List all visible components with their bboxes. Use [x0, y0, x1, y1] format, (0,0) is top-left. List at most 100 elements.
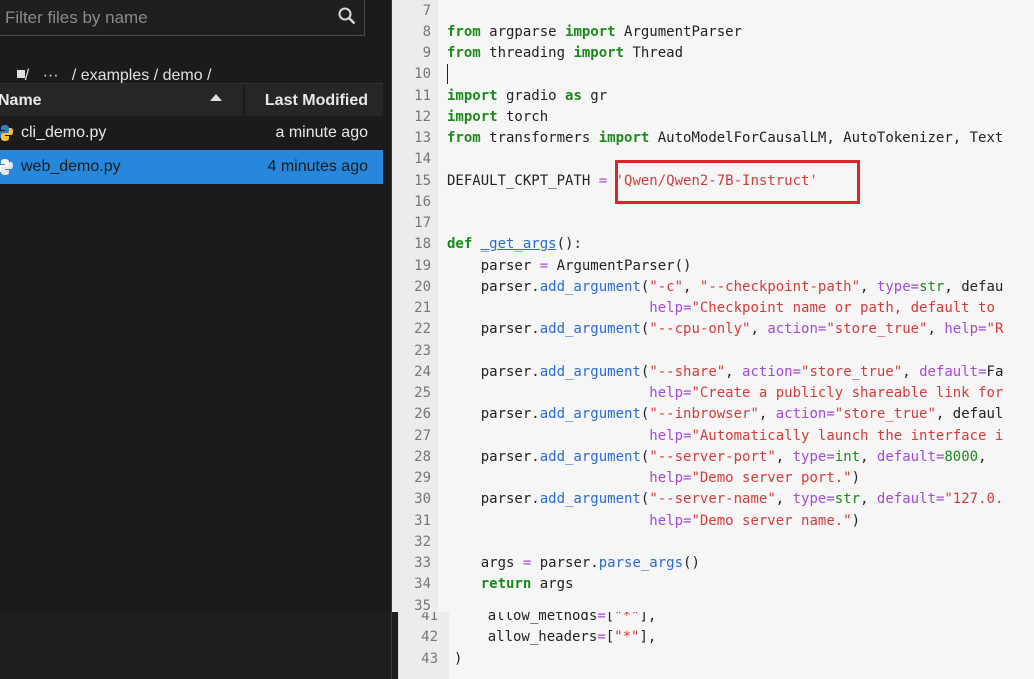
- code-line[interactable]: 30 parser.add_argument("--server-name", …: [392, 489, 1034, 510]
- code-line[interactable]: 32: [392, 532, 1034, 553]
- line-number: 42: [421, 629, 438, 646]
- search-icon[interactable]: [338, 7, 356, 25]
- sort-ascending-icon[interactable]: [210, 94, 222, 101]
- code-text[interactable]: help="Automatically launch the interface…: [447, 426, 1003, 447]
- code-text[interactable]: from argparse import ArgumentParser: [447, 22, 742, 43]
- file-browser-panel: Filter files by name / ··· / examples / …: [0, 0, 383, 614]
- python-file-icon: [0, 125, 13, 141]
- code-line[interactable]: 42 allow_headers=["*"],: [399, 627, 1034, 648]
- editor-border: [391, 0, 392, 679]
- code-line[interactable]: 31 help="Demo server name."): [392, 511, 1034, 532]
- code-text[interactable]: parser.add_argument("--server-name", typ…: [447, 489, 1004, 510]
- code-text[interactable]: help="Demo server name."): [447, 511, 860, 532]
- code-text[interactable]: return args: [447, 574, 574, 595]
- line-number: 11: [414, 87, 431, 104]
- code-line[interactable]: 27 help="Automatically launch the interf…: [392, 426, 1034, 447]
- line-number: 23: [414, 342, 431, 359]
- line-number: 30: [414, 491, 431, 508]
- code-text[interactable]: parser = ArgumentParser(): [447, 256, 692, 277]
- code-line[interactable]: 10: [392, 64, 1034, 85]
- code-text[interactable]: from transformers import AutoModelForCau…: [447, 128, 1003, 149]
- code-text[interactable]: args = parser.parse_args(): [447, 553, 700, 574]
- code-editor-secondary[interactable]: 41 allow_methods=["*"], 42 allow_headers=…: [398, 612, 1034, 679]
- code-text[interactable]: parser.add_argument("--inbrowser", actio…: [447, 404, 1004, 425]
- line-number: 16: [414, 193, 431, 210]
- file-name: cli_demo.py: [21, 124, 107, 141]
- line-number: 29: [414, 470, 431, 486]
- column-modified-header[interactable]: Last Modified: [265, 84, 368, 118]
- code-line[interactable]: 18 def _get_args():: [392, 234, 1034, 255]
- column-name-label: Name: [0, 92, 42, 109]
- folder-icon[interactable]: [16, 70, 25, 78]
- code-line[interactable]: 29 help="Demo server port."): [392, 468, 1034, 489]
- file-modified: 4 minutes ago: [267, 158, 368, 175]
- line-number: 12: [414, 108, 431, 125]
- code-line[interactable]: 13 from transformers import AutoModelForC…: [392, 128, 1034, 149]
- empty-area: [0, 614, 391, 679]
- code-line[interactable]: 25 help="Create a publicly shareable lin…: [392, 383, 1034, 404]
- line-number: 33: [414, 555, 431, 571]
- code-line[interactable]: 26 parser.add_argument("--inbrowser", ac…: [392, 404, 1034, 425]
- code-line[interactable]: 35: [392, 596, 1034, 613]
- code-line[interactable]: 17: [392, 213, 1034, 234]
- line-number: 31: [414, 512, 431, 529]
- line-number: 22: [414, 321, 431, 338]
- code-line[interactable]: 9 from threading import Thread: [392, 43, 1034, 64]
- code-text[interactable]: parser.add_argument("--cpu-only", action…: [447, 319, 1004, 340]
- code-line[interactable]: 23: [392, 341, 1034, 362]
- line-number: 20: [414, 278, 431, 295]
- code-line[interactable]: 7: [392, 1, 1034, 22]
- line-number: 14: [414, 151, 431, 168]
- code-line[interactable]: 11 import gradio as gr: [392, 86, 1034, 107]
- python-file-icon: [0, 159, 13, 175]
- code-line[interactable]: 21 help="Checkpoint name or path, defaul…: [392, 298, 1034, 319]
- file-row-web-demo[interactable]: web_demo.py 4 minutes ago: [0, 150, 383, 184]
- code-text[interactable]: help="Demo server port."): [447, 468, 860, 489]
- code-line[interactable]: 28 parser.add_argument("--server-port", …: [392, 447, 1034, 468]
- code-line[interactable]: 19 parser = ArgumentParser(): [392, 256, 1034, 277]
- breadcrumb-path[interactable]: / ··· / examples / demo /: [25, 67, 212, 84]
- code-text[interactable]: ): [454, 649, 462, 670]
- line-number: 7: [422, 2, 431, 19]
- panel-resize-handle[interactable]: [383, 0, 391, 614]
- code-line[interactable]: 33 args = parser.parse_args(): [392, 553, 1034, 574]
- line-number: 26: [414, 406, 431, 423]
- filter-placeholder: Filter files by name: [5, 8, 148, 27]
- code-text[interactable]: import gradio as gr: [447, 86, 607, 107]
- line-number: 25: [414, 385, 431, 401]
- code-line[interactable]: 20 parser.add_argument("-c", "--checkpoi…: [392, 277, 1034, 298]
- filter-files-input[interactable]: Filter files by name: [0, 0, 365, 36]
- text-cursor: [447, 64, 448, 84]
- code-line[interactable]: 41 allow_methods=["*"],: [399, 612, 1034, 627]
- line-number: 21: [414, 300, 431, 316]
- code-line[interactable]: 8 from argparse import ArgumentParser: [392, 22, 1034, 43]
- code-line[interactable]: 12 import torch: [392, 107, 1034, 128]
- code-text[interactable]: import torch: [447, 107, 548, 128]
- code-text[interactable]: allow_headers=["*"],: [454, 627, 657, 648]
- line-number: 34: [414, 576, 431, 593]
- code-text[interactable]: help="Checkpoint name or path, default t…: [447, 298, 995, 319]
- code-line[interactable]: 43): [399, 649, 1034, 670]
- line-number: 24: [414, 363, 431, 380]
- column-separator: [243, 84, 245, 116]
- code-text[interactable]: from threading import Thread: [447, 43, 683, 64]
- column-name-header[interactable]: Name: [0, 84, 242, 116]
- code-text[interactable]: parser.add_argument("-c", "--checkpoint-…: [447, 277, 1004, 298]
- code-line[interactable]: 34 return args: [392, 574, 1034, 595]
- code-line[interactable]: 24 parser.add_argument("--share", action…: [392, 362, 1034, 383]
- line-number: 35: [414, 597, 431, 613]
- code-text[interactable]: help="Create a publicly shareable link f…: [447, 383, 1003, 404]
- line-number: 15: [414, 172, 431, 189]
- file-list-header: Name Last Modified: [0, 83, 383, 116]
- code-text[interactable]: def _get_args():: [447, 234, 582, 255]
- code-line[interactable]: 22 parser.add_argument("--cpu-only", act…: [392, 319, 1034, 340]
- code-text[interactable]: parser.add_argument("--share", action="s…: [447, 362, 1004, 383]
- code-editor[interactable]: 7 8 from argparse import ArgumentParser 9 fr…: [392, 0, 1034, 612]
- line-number: 18: [414, 236, 431, 253]
- file-modified: a minute ago: [275, 124, 368, 141]
- file-row-cli-demo[interactable]: cli_demo.py a minute ago: [0, 116, 383, 150]
- code-text[interactable]: parser.add_argument("--server-port", typ…: [447, 447, 987, 468]
- line-number: 32: [414, 533, 431, 550]
- line-number: 27: [414, 427, 431, 444]
- code-text[interactable]: allow_methods=["*"],: [454, 612, 657, 627]
